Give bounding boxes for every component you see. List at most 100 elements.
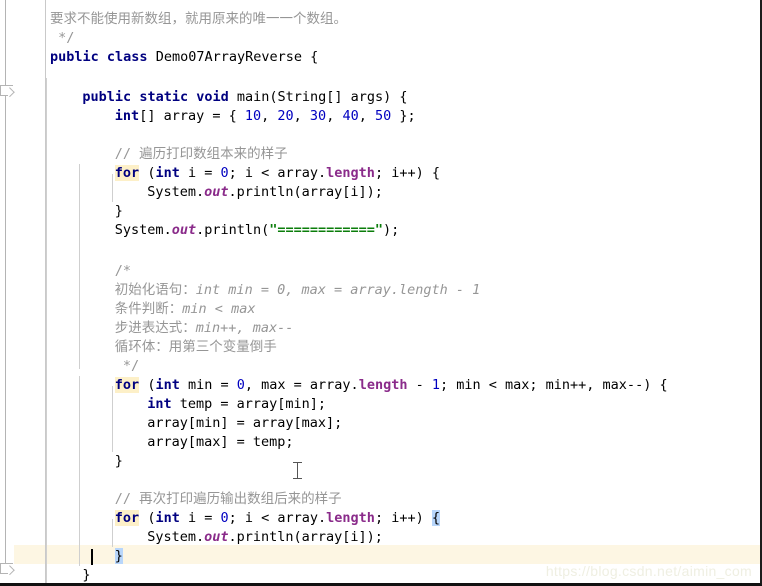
code-token-plain: ); (383, 222, 400, 238)
code-line[interactable]: 条件判断：min < max (115, 300, 256, 319)
watermark-text: https://blog.csdn.net/aimin_com (545, 563, 752, 579)
code-token-cmt: 步进表达式： (114, 320, 196, 336)
code-token-num: 30 (309, 108, 327, 124)
code-line[interactable]: // 遍历打印数组本来的样子 (115, 145, 288, 164)
code-token-static: length (326, 165, 375, 181)
code-token-plain: System. (147, 184, 205, 200)
code-editor-window[interactable]: 要求不能使用新数组，就用原来的唯一一个数组。 */ public class Dem… (0, 0, 762, 586)
code-token-kw: int (147, 396, 172, 412)
fold-collapse-icon[interactable] (0, 85, 15, 98)
code-token-plain: System. (114, 222, 172, 238)
code-token-cmt: 条件判断： (114, 301, 183, 317)
code-token-field: out (204, 529, 229, 545)
code-token-num: 0 (220, 510, 229, 526)
code-token-plain: ( (139, 165, 156, 181)
code-token-plain: , (358, 108, 375, 124)
code-token-kw: class (106, 49, 148, 65)
code-token-plain: } (114, 453, 123, 469)
code-token-plain: System. (147, 529, 205, 545)
code-line[interactable]: for (int i = 0; i < array.length; i++) { (114, 509, 440, 528)
code-token-num: 10 (244, 108, 262, 124)
code-token-plain: .println(array[i]); (228, 529, 383, 545)
code-line[interactable]: */ (58, 29, 74, 48)
code-line[interactable]: 步进表达式：min++, max-- (115, 319, 294, 338)
code-token-cmt: // 遍历打印数组本来的样子 (114, 146, 288, 162)
code-token-str: "============" (269, 222, 384, 238)
code-line[interactable]: array[min] = array[max]; (147, 414, 342, 433)
code-token-plain: , (326, 108, 343, 124)
code-token-cmt: // 再次打印遍历输出数组后来的样子 (114, 491, 342, 507)
code-line[interactable]: int[] array = { 10, 20, 30, 40, 50 }; (115, 107, 416, 126)
code-token-cmt: 循环体：用第三个变量倒手 (114, 339, 277, 355)
text-caret (91, 549, 93, 565)
code-line[interactable]: public static void main(String[] args) { (82, 88, 407, 107)
code-token-plain: } (114, 203, 123, 219)
code-token-plain: [] array = { (139, 108, 245, 124)
code-line[interactable]: 初始化语句：int min = 0, max = array.length - … (115, 281, 480, 300)
code-line[interactable]: // 再次打印遍历输出数组后来的样子 (115, 490, 342, 509)
code-token-kw: public (50, 49, 99, 65)
code-line[interactable]: System.out.println(array[i]); (147, 528, 383, 547)
code-token-cmt: */ (122, 358, 140, 374)
code-token-kwhl: for (114, 510, 140, 526)
code-token-num: 20 (277, 108, 294, 124)
code-line[interactable]: } (115, 452, 123, 471)
code-token-plain: ; i++) (374, 510, 432, 526)
code-line[interactable]: /* (115, 262, 131, 281)
fold-gutter-line (5, 0, 6, 86)
code-token-plain: , max = array. (244, 377, 359, 393)
code-token-plain: ( (139, 510, 156, 526)
code-token-cmt: */ (58, 30, 75, 46)
code-token-kw: int (155, 165, 180, 181)
code-token-plain: min = (179, 377, 237, 393)
code-token-cmt: 要求不能使用新数组，就用原来的唯一一个数组。 (50, 11, 347, 27)
code-token-plain: , (293, 108, 310, 124)
mouse-ibeam-cursor (293, 462, 302, 479)
code-token-cmti: min < max (182, 301, 256, 317)
code-folding-gutter[interactable] (0, 0, 15, 583)
code-line[interactable]: public class Demo07ArrayReverse { (50, 48, 318, 67)
code-token-num: 1 (431, 377, 440, 393)
code-token-field: out (204, 184, 229, 200)
code-token-kw: void (196, 89, 229, 105)
code-token-field: out (171, 222, 197, 238)
code-token-plain: ; i < array. (228, 165, 327, 181)
code-token-plain: ; min < max; min++, max--) { (440, 377, 668, 393)
code-line[interactable]: } (114, 547, 123, 566)
code-line[interactable]: for (int i = 0; i < array.length; i++) { (114, 164, 440, 183)
code-line[interactable]: } (115, 202, 123, 221)
code-line[interactable]: } (82, 566, 91, 583)
code-token-plain: array[min] = array[max]; (147, 415, 343, 431)
code-token-kw: int (155, 377, 180, 393)
code-line[interactable]: 要求不能使用新数组，就用原来的唯一一个数组。 (50, 10, 347, 29)
code-text-area[interactable]: 要求不能使用新数组，就用原来的唯一一个数组。 */ public class Dem… (0, 0, 760, 583)
code-token-num: 0 (220, 165, 229, 181)
code-token-num: 40 (342, 108, 359, 124)
code-line[interactable]: 循环体：用第三个变量倒手 (115, 338, 277, 357)
code-token-cmti: int min = 0, max = array.length - 1 (195, 282, 481, 298)
code-token-plain: ( (139, 377, 156, 393)
code-token-plain: i = (179, 510, 221, 526)
code-token-kw: int (155, 510, 180, 526)
code-line[interactable]: array[max] = temp; (147, 433, 293, 452)
code-token-num: 50 (374, 108, 392, 124)
code-line[interactable]: System.out.println("============"); (115, 221, 400, 240)
code-token-plain: temp = array[min]; (171, 396, 327, 412)
code-token-plain: i = (179, 165, 221, 181)
fold-collapse-icon[interactable] (0, 563, 15, 576)
code-line[interactable]: */ (123, 357, 139, 376)
code-token-cmti: min++, max-- (195, 320, 294, 336)
code-token-cmt: /* (114, 263, 132, 279)
code-line[interactable]: for (int min = 0, max = array.length - 1… (114, 376, 668, 395)
code-token-kw: int (114, 108, 140, 124)
code-line[interactable]: System.out.println(array[i]); (147, 183, 383, 202)
code-token-plain: .println( (196, 222, 270, 238)
code-token-static: length (358, 377, 408, 393)
code-token-kw: static (139, 89, 189, 105)
code-token-plain: } (82, 567, 91, 583)
code-token-num: 0 (236, 377, 245, 393)
code-line[interactable]: int temp = array[min]; (147, 395, 326, 414)
code-token-plain: array[max] = temp; (147, 434, 294, 450)
